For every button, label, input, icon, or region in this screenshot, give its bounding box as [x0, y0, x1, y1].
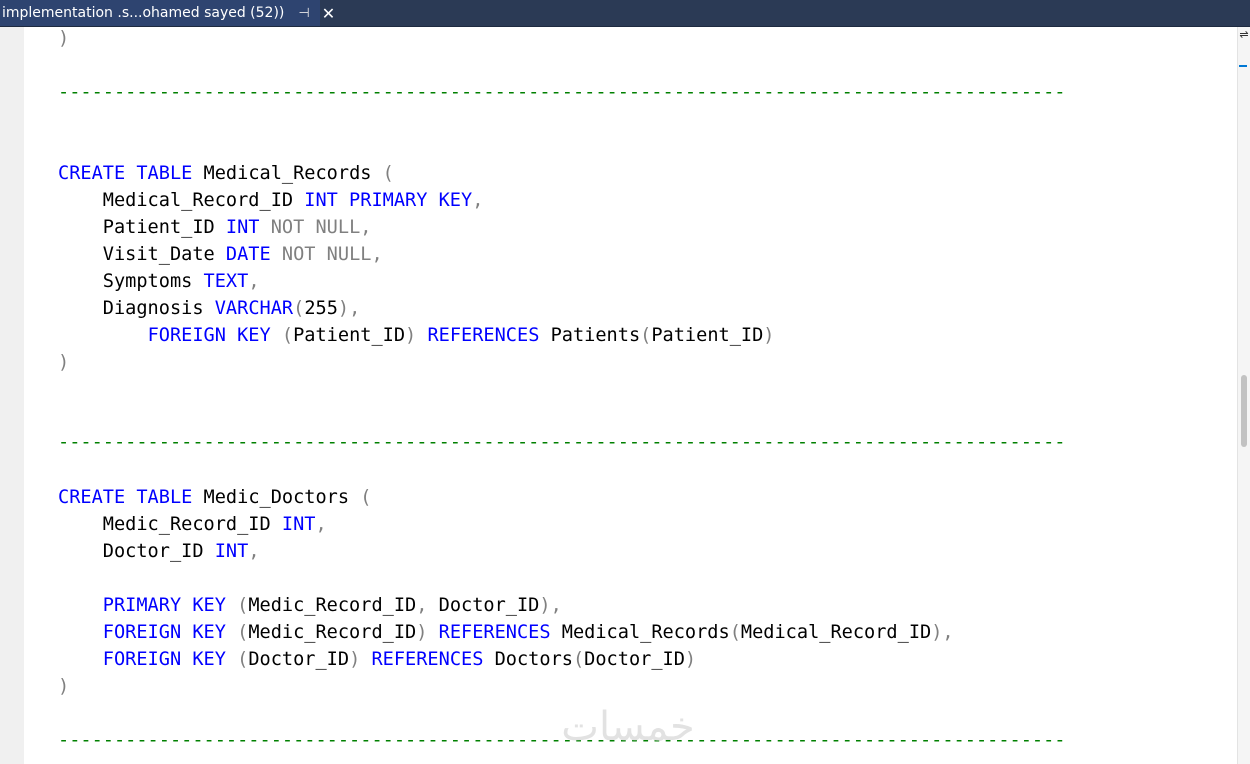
- code-line: Medic_Record_ID INT,: [58, 514, 327, 535]
- code-line: Doctor_ID INT,: [58, 541, 260, 562]
- watermark-logo: خمسات: [561, 704, 695, 750]
- editor-gutter: [0, 27, 24, 764]
- code-line: FOREIGN KEY (Patient_ID) REFERENCES Pati…: [147, 325, 775, 346]
- code-line: Symptoms TEXT,: [58, 271, 260, 292]
- scrollbar-thumb[interactable]: [1241, 375, 1247, 447]
- document-tab[interactable]: implementation .s...ohamed sayed (52)) ⊣…: [0, 0, 335, 26]
- code-editor[interactable]: ) --------------------------------------…: [24, 27, 1238, 764]
- split-window-icon[interactable]: ⇌: [1239, 29, 1249, 43]
- code-line: Medical_Record_ID INT PRIMARY KEY,: [58, 190, 484, 211]
- code-line: ): [58, 28, 70, 49]
- code-line: ): [58, 676, 70, 697]
- cursor-position-marker: [1239, 65, 1247, 67]
- code-line: CREATE TABLE Medical_Records (: [58, 163, 394, 184]
- code-line: Patient_ID INT NOT NULL,: [58, 217, 372, 238]
- code-line: Diagnosis VARCHAR(255),: [58, 298, 361, 319]
- separator-comment: ----------------------------------------…: [58, 82, 1066, 103]
- code-line: Visit_Date DATE NOT NULL,: [58, 244, 383, 265]
- pin-icon[interactable]: ⊣: [298, 6, 309, 21]
- code-line: PRIMARY KEY (Medic_Record_ID, Doctor_ID)…: [102, 595, 562, 616]
- separator-comment: ----------------------------------------…: [58, 432, 1066, 453]
- document-tab-bar: implementation .s...ohamed sayed (52)) ⊣…: [0, 0, 1250, 27]
- close-icon[interactable]: ✕: [322, 4, 335, 23]
- code-line: ): [58, 352, 70, 373]
- code-line: FOREIGN KEY (Doctor_ID) REFERENCES Docto…: [102, 649, 697, 670]
- code-line: FOREIGN KEY (Medic_Record_ID) REFERENCES…: [102, 622, 954, 643]
- code-line: CREATE TABLE Medic_Doctors (: [58, 487, 372, 508]
- tab-title: implementation .s...ohamed sayed (52)): [2, 5, 285, 21]
- vertical-scrollbar[interactable]: ⇌: [1237, 27, 1250, 764]
